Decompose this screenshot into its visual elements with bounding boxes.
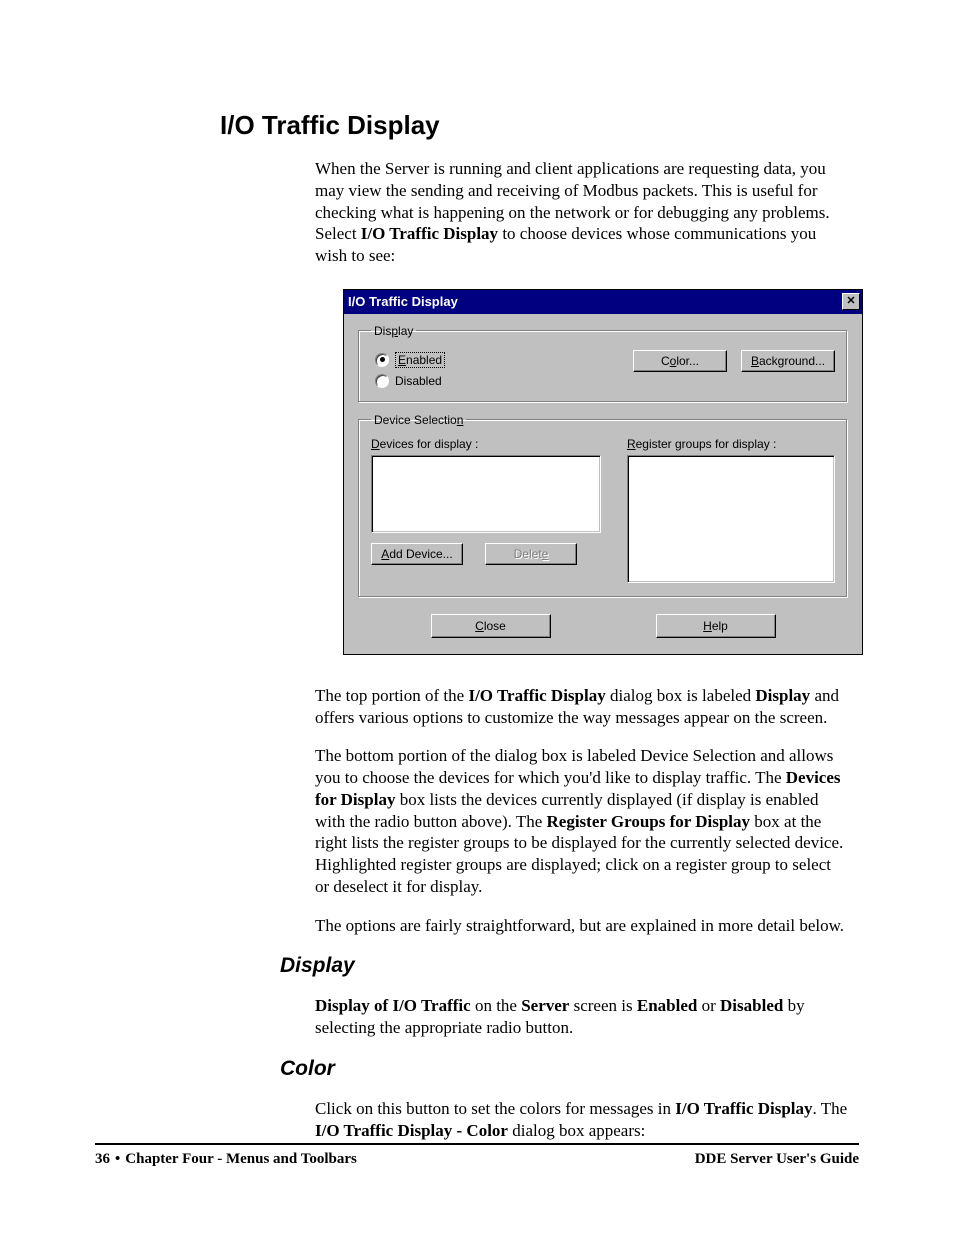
devices-label: Devices for display : (371, 437, 601, 451)
color-button[interactable]: Color... (633, 350, 727, 372)
section-title: I/O Traffic Display (220, 110, 859, 141)
display-legend: Display (371, 324, 416, 338)
intro-bold: I/O Traffic Display (361, 224, 498, 243)
add-device-button[interactable]: Add Device... (371, 543, 463, 565)
color-subhead: Color (280, 1057, 859, 1081)
help-button[interactable]: Help (656, 614, 776, 638)
devices-listbox[interactable] (371, 455, 601, 533)
footer-left: 36•Chapter Four - Menus and Toolbars (95, 1151, 357, 1168)
device-selection-legend: Device Selection (371, 413, 466, 427)
close-icon[interactable]: ✕ (842, 293, 860, 310)
display-paragraph: Display of I/O Traffic on the Server scr… (315, 995, 849, 1039)
color-paragraph: Click on this button to set the colors f… (315, 1098, 849, 1142)
intro-paragraph: When the Server is running and client ap… (315, 158, 849, 267)
radio-icon (375, 353, 389, 367)
dialog-title: I/O Traffic Display (348, 294, 458, 309)
background-button[interactable]: Background... (741, 350, 835, 372)
footer-right: DDE Server User's Guide (695, 1151, 859, 1168)
delete-button: Delete (485, 543, 577, 565)
radio-icon (375, 374, 389, 388)
paragraph-4: The options are fairly straightforward, … (315, 915, 849, 937)
register-groups-label: Register groups for display : (627, 437, 835, 451)
device-selection-groupbox: Device Selection Devices for display : A… (358, 413, 848, 598)
radio-enabled[interactable]: Enabled (375, 352, 445, 368)
page-footer: 36•Chapter Four - Menus and Toolbars DDE… (95, 1143, 859, 1168)
display-groupbox: Display Enabled Disabled (358, 324, 848, 403)
dialog-titlebar: I/O Traffic Display ✕ (344, 290, 862, 314)
io-traffic-dialog: I/O Traffic Display ✕ Display Enabled (343, 289, 863, 655)
paragraph-3: The bottom portion of the dialog box is … (315, 745, 849, 897)
paragraph-2: The top portion of the I/O Traffic Displ… (315, 685, 849, 729)
radio-disabled[interactable]: Disabled (375, 374, 445, 388)
display-subhead: Display (280, 954, 859, 978)
close-button[interactable]: Close (431, 614, 551, 638)
register-groups-listbox[interactable] (627, 455, 835, 583)
